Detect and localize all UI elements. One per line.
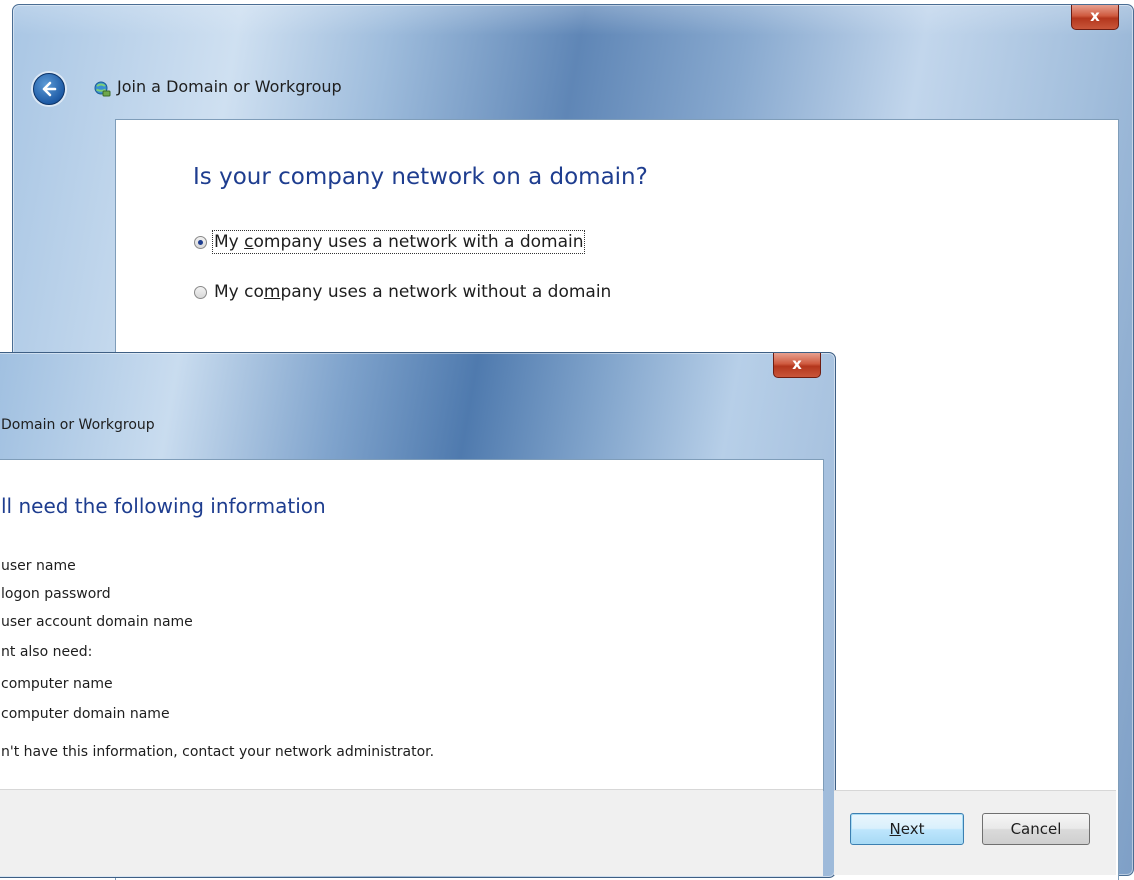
- wizard-content-pane: ll need the following information user n…: [0, 459, 824, 791]
- radio-label-with-domain[interactable]: My company uses a network with a domain: [211, 230, 586, 254]
- radio-button-selected[interactable]: [194, 235, 207, 249]
- back-arrow-icon[interactable]: [33, 73, 65, 105]
- join-domain-window-front: x Domain or Workgroup ll need the follow…: [0, 352, 836, 878]
- radio-label-without-domain[interactable]: My company uses a network without a doma…: [214, 282, 611, 302]
- window-nav-title: Join a Domain or Workgroup: [117, 77, 342, 96]
- contact-admin-note: n't have this information, contact your …: [1, 744, 435, 760]
- window-nav-title: Domain or Workgroup: [1, 417, 155, 433]
- title-bar: [13, 5, 1133, 35]
- radio-option-with-domain[interactable]: My company uses a network with a domain: [194, 230, 586, 254]
- page-heading: ll need the following information: [1, 494, 326, 518]
- also-need-label: nt also need:: [1, 644, 93, 660]
- radio-option-without-domain[interactable]: My company uses a network without a doma…: [194, 282, 611, 302]
- info-item-computer-domain: computer domain name: [1, 706, 170, 722]
- cancel-button[interactable]: Cancel: [982, 813, 1090, 845]
- info-item-account-domain: user account domain name: [1, 614, 193, 630]
- info-item-computer-name: computer name: [1, 676, 113, 692]
- close-button[interactable]: x: [1071, 5, 1119, 30]
- info-item-user-name: user name: [1, 558, 76, 574]
- next-button[interactable]: Next: [850, 813, 964, 845]
- close-icon[interactable]: x: [1090, 7, 1100, 25]
- page-heading: Is your company network on a domain?: [193, 164, 648, 190]
- button-bar: Next Cancel: [0, 789, 823, 876]
- network-icon: [94, 81, 111, 97]
- close-icon[interactable]: x: [792, 355, 802, 373]
- radio-button-unselected[interactable]: [194, 285, 207, 299]
- close-button[interactable]: x: [773, 353, 821, 378]
- info-item-logon-password: logon password: [1, 586, 111, 602]
